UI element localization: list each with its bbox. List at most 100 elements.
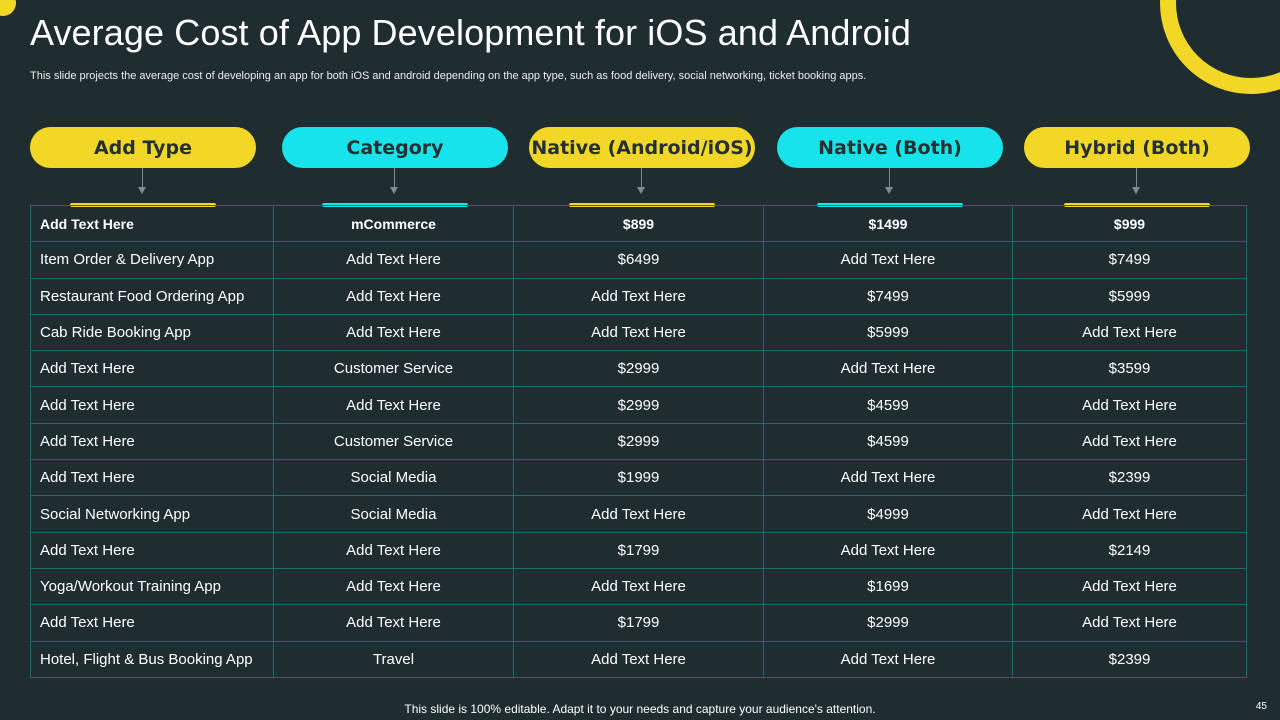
table-row: Restaurant Food Ordering App Add Text Her… [30,277,1247,315]
table-cell: $4599 [763,386,1013,424]
arrow-down-icon [138,187,146,194]
table-cell: Yoga/Workout Training App [30,567,274,606]
header-native-both: Native (Both) [777,127,1003,209]
table-cell: Add Text Here [1012,495,1247,533]
table-row: Item Order & Delivery App Add Text Here $6… [30,241,1247,279]
table-cell: $6499 [513,241,764,279]
table-row: Social Networking App Social Media Add Tex… [30,495,1247,533]
table-cell: mCommerce [273,204,514,243]
table-cell: Add Text Here [513,495,764,533]
cost-table: Add Text Here mCommerce $899 $1499 $999 Item … [30,204,1247,678]
header-pill-add-type: Add Type [30,127,256,168]
table-cell: $1999 [513,459,764,497]
header-hybrid-both: Hybrid (Both) [1024,127,1250,209]
table-row: Add Text Here Social Media $1999 Add Text H… [30,459,1247,497]
connector-line [1136,168,1137,189]
table-cell: Restaurant Food Ordering App [30,277,274,315]
header-pill-native-android-ios: Native (Android/iOS) [529,127,755,168]
table-row: Add Text Here Customer Service $2999 $4599 A… [30,422,1247,461]
table-cell: $2399 [1012,640,1247,678]
table-cell: Add Text Here [513,640,764,678]
table-cell: $5999 [763,313,1013,352]
header-pill-category: Category [282,127,508,168]
table-cell: $1699 [763,567,1013,606]
table-row: Add Text Here Customer Service $2999 Add Te… [30,350,1247,388]
table-cell: Add Text Here [763,350,1013,388]
table-cell: $1499 [763,204,1013,243]
table-row: Add Text Here Add Text Here $2999 $4599 Add … [30,386,1247,424]
table-cell: Add Text Here [1012,604,1247,642]
table-cell: Add Text Here [273,313,514,352]
table-cell: Hotel, Flight & Bus Booking App [30,640,274,678]
table-cell: $2999 [513,350,764,388]
table-cell: Social Networking App [30,495,274,533]
slide-title: Average Cost of App Development for iOS … [30,12,911,53]
table-cell: Social Media [273,495,514,533]
arrow-down-icon [885,187,893,194]
table-cell: $2999 [763,604,1013,642]
table-cell: Add Text Here [30,350,274,388]
table-cell: Add Text Here [1012,386,1247,424]
table-cell: Add Text Here [513,567,764,606]
table-cell: Add Text Here [30,459,274,497]
decorative-dot [0,0,16,16]
table-cell: Add Text Here [30,386,274,424]
table-cell: Add Text Here [1012,313,1247,352]
header-add-type: Add Type [30,127,256,209]
header-pill-hybrid-both: Hybrid (Both) [1024,127,1250,168]
table-cell: Add Text Here [30,204,274,243]
column-headers: Add Type Category Native (Android/iOS) N… [30,127,1250,209]
table-cell: Customer Service [273,350,514,388]
table-cell: $1799 [513,604,764,642]
table-cell: $899 [513,204,764,243]
table-cell: $4599 [763,422,1013,461]
table-body: Add Text Here mCommerce $899 $1499 $999 Item … [30,204,1247,678]
table-cell: Travel [273,640,514,678]
table-cell: Add Text Here [273,241,514,279]
table-cell: Add Text Here [30,604,274,642]
table-cell: Add Text Here [1012,422,1247,461]
table-row: Cab Ride Booking App Add Text Here Add Tex… [30,313,1247,352]
table-cell: Item Order & Delivery App [30,241,274,279]
table-cell: $5999 [1012,277,1247,315]
table-row: Add Text Here Add Text Here $1799 Add Text … [30,531,1247,569]
table-cell: $2999 [513,386,764,424]
slide-subtitle: This slide projects the average cost of … [30,70,867,82]
table-cell: Add Text Here [763,241,1013,279]
table-row: Yoga/Workout Training App Add Text Here Ad… [30,567,1247,606]
table-cell: Add Text Here [273,277,514,315]
table-cell: Add Text Here [30,422,274,461]
header-pill-native-both: Native (Both) [777,127,1003,168]
footer-note: This slide is 100% editable. Adapt it to… [404,702,876,716]
table-cell: Add Text Here [763,531,1013,569]
header-category: Category [282,127,508,209]
connector-line [641,168,642,189]
connector-line [394,168,395,189]
table-row: Add Text Here mCommerce $899 $1499 $999 [30,204,1247,243]
decorative-ring [1160,0,1280,94]
table-cell: $2399 [1012,459,1247,497]
table-cell: Add Text Here [513,313,764,352]
table-cell: $7499 [763,277,1013,315]
table-cell: $7499 [1012,241,1247,279]
table-cell: Add Text Here [513,277,764,315]
table-cell: Add Text Here [273,386,514,424]
table-cell: Add Text Here [273,567,514,606]
table-cell: $2149 [1012,531,1247,569]
table-cell: Add Text Here [273,531,514,569]
table-cell: $3599 [1012,350,1247,388]
page-number: 45 [1255,701,1267,712]
arrow-down-icon [1132,187,1140,194]
table-cell: Customer Service [273,422,514,461]
table-cell: Add Text Here [273,604,514,642]
table-cell: $2999 [513,422,764,461]
arrow-down-icon [637,187,645,194]
table-cell: Cab Ride Booking App [30,313,274,352]
table-cell: Add Text Here [1012,567,1247,606]
table-cell: Social Media [273,459,514,497]
table-cell: Add Text Here [30,531,274,569]
table-row: Hotel, Flight & Bus Booking App Travel Add… [30,640,1247,678]
table-cell: Add Text Here [763,459,1013,497]
table-row: Add Text Here Add Text Here $1799 $2999 Add … [30,604,1247,642]
table-cell: $999 [1012,204,1247,243]
